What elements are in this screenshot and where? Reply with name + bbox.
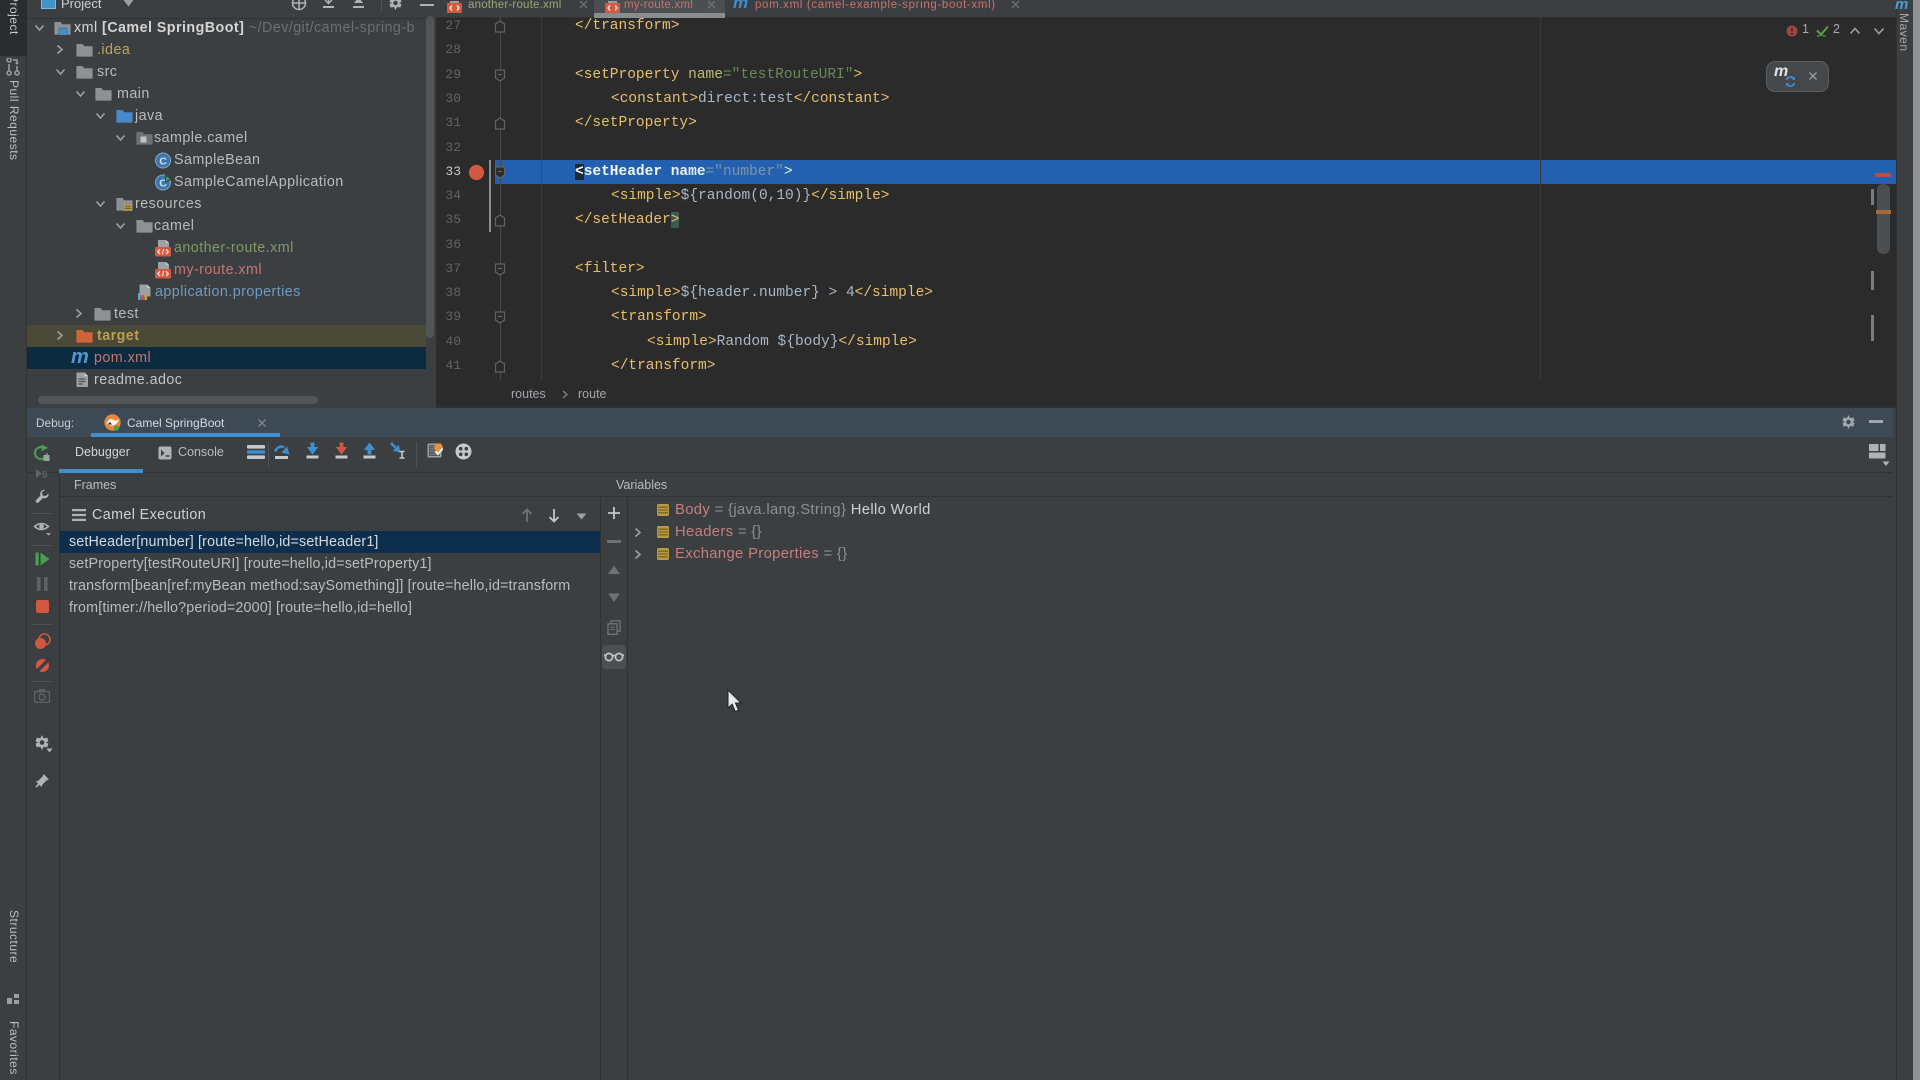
svg-text:9: 9 [42,470,48,481]
svg-text:C: C [159,156,167,168]
